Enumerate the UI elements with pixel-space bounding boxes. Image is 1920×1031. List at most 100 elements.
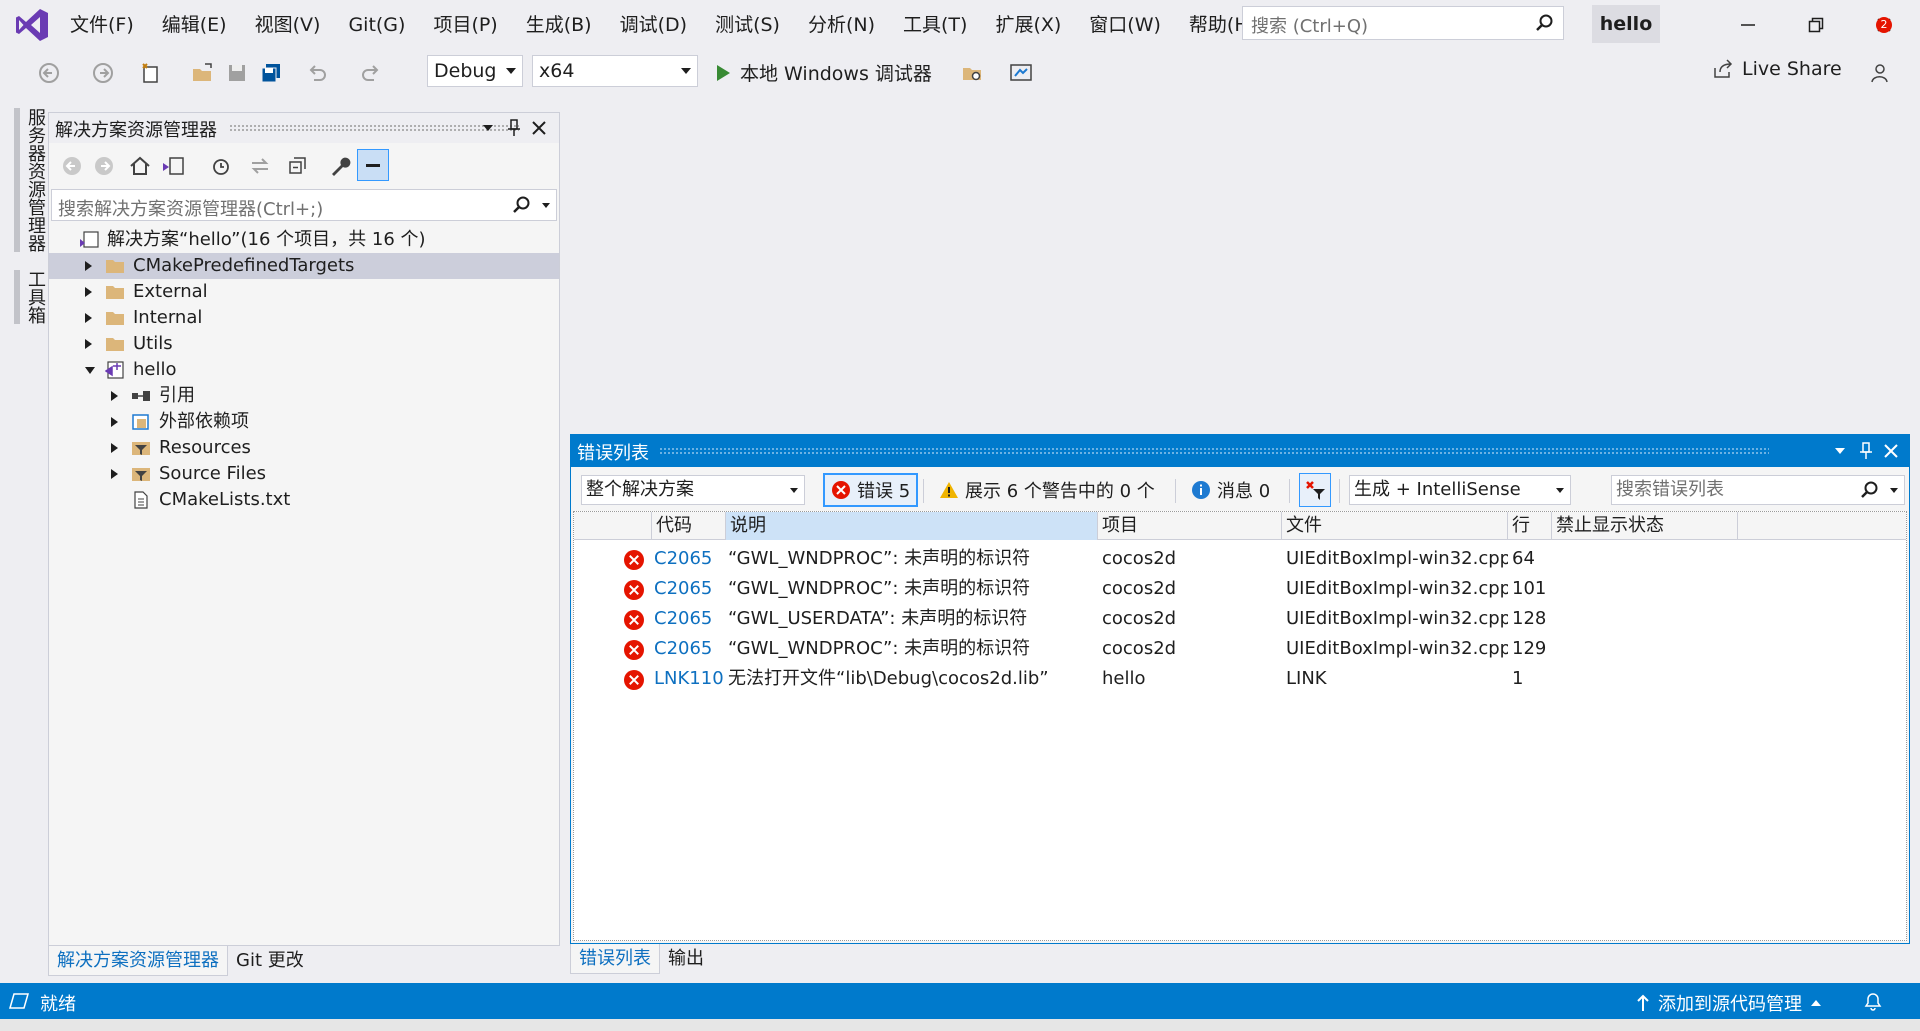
- column-header-suppression-state[interactable]: 禁止显示状态: [1552, 512, 1738, 540]
- pending-changes-filter-icon[interactable]: [211, 155, 233, 177]
- column-header-file[interactable]: 文件: [1282, 512, 1508, 540]
- menu-item-2[interactable]: 视图(V): [241, 0, 335, 50]
- error-cell-code[interactable]: C2065: [654, 634, 724, 664]
- warnings-filter-button[interactable]: 展示 6 个警告中的 0 个: [933, 473, 1161, 507]
- tree-item[interactable]: CMakePredefinedTargets: [49, 253, 559, 279]
- preview-selected-items-icon[interactable]: [357, 149, 389, 181]
- platform-dropdown[interactable]: x64: [532, 55, 698, 87]
- restore-button[interactable]: [1798, 8, 1834, 42]
- close-icon[interactable]: [1883, 443, 1899, 459]
- menu-item-10[interactable]: 扩展(X): [981, 0, 1075, 50]
- tree-item[interactable]: Source Files: [49, 461, 559, 487]
- chevron-down-icon[interactable]: [542, 203, 550, 208]
- pin-icon[interactable]: [507, 119, 521, 137]
- tree-item[interactable]: 引用: [49, 383, 559, 409]
- column-header-description[interactable]: 说明: [726, 512, 1098, 540]
- navigate-back-icon[interactable]: [36, 60, 62, 86]
- expander-open-icon[interactable]: [85, 367, 95, 374]
- sync-active-document-icon[interactable]: [249, 155, 271, 177]
- column-header-line[interactable]: 行: [1508, 512, 1552, 540]
- error-search-input[interactable]: 搜索错误列表: [1611, 475, 1905, 505]
- error-row[interactable]: LNK1104无法打开文件“lib\Debug\cocos2d.lib” hell…: [574, 664, 1906, 694]
- tree-item[interactable]: 解决方案“hello”(16 个项目，共 16 个): [49, 227, 559, 253]
- close-icon[interactable]: [531, 120, 547, 136]
- error-cell-code[interactable]: C2065: [654, 574, 724, 604]
- menu-item-1[interactable]: 编辑(E): [148, 0, 241, 50]
- tree-item[interactable]: Utils: [49, 331, 559, 357]
- expander-closed-icon[interactable]: [111, 391, 118, 401]
- solution-search-input[interactable]: 搜索解决方案资源管理器(Ctrl+;): [51, 189, 557, 221]
- switch-views-icon[interactable]: [161, 155, 185, 177]
- redo-icon[interactable]: [358, 60, 384, 86]
- properties-wrench-icon[interactable]: [329, 155, 351, 177]
- error-row[interactable]: C2065 “GWL_WNDPROC”: 未声明的标识符 cocos2d UIEdit…: [574, 634, 1906, 664]
- column-header-project[interactable]: 项目: [1098, 512, 1282, 540]
- undo-icon[interactable]: [304, 60, 330, 86]
- new-project-icon[interactable]: [138, 60, 164, 86]
- tree-item[interactable]: Resources: [49, 435, 559, 461]
- tree-item[interactable]: CMakeLists.txt: [49, 487, 559, 513]
- start-debugger-button[interactable]: 本地 Windows 调试器: [740, 59, 932, 86]
- tree-item[interactable]: hello: [49, 357, 559, 383]
- server-explorer-tab[interactable]: 服务器资源管理器: [14, 108, 48, 252]
- save-icon[interactable]: [224, 60, 250, 86]
- tree-item[interactable]: Internal: [49, 305, 559, 331]
- errors-filter-button[interactable]: 错误 5: [823, 473, 919, 507]
- error-row[interactable]: C2065 “GWL_WNDPROC”: 未声明的标识符 cocos2d UIEdit…: [574, 544, 1906, 574]
- menu-item-11[interactable]: 窗口(W): [1075, 0, 1175, 50]
- tab-output[interactable]: 输出: [660, 944, 712, 974]
- configuration-dropdown[interactable]: Debug: [427, 55, 523, 87]
- home-icon[interactable]: [129, 155, 151, 177]
- minimize-button[interactable]: [1730, 8, 1766, 42]
- messages-filter-button[interactable]: 消息 0: [1185, 473, 1276, 507]
- tab-git-changes[interactable]: Git 更改: [228, 946, 312, 976]
- forward-icon[interactable]: [93, 155, 115, 177]
- build-source-dropdown[interactable]: 生成 + IntelliSense: [1349, 475, 1571, 505]
- add-to-source-control-button[interactable]: 添加到源代码管理: [1636, 990, 1822, 1016]
- menu-item-8[interactable]: 分析(N): [794, 0, 889, 50]
- menu-item-4[interactable]: 项目(P): [419, 0, 511, 50]
- toolbox-tab[interactable]: 工具箱: [14, 270, 48, 324]
- scope-dropdown[interactable]: 整个解决方案: [581, 475, 805, 505]
- collapse-all-icon[interactable]: [287, 155, 309, 177]
- error-cell-code[interactable]: LNK1104: [654, 664, 724, 694]
- chevron-down-icon[interactable]: [1890, 488, 1898, 493]
- drag-grip[interactable]: [659, 447, 1769, 455]
- browser-link-icon[interactable]: [1008, 60, 1034, 86]
- save-all-icon[interactable]: [258, 60, 284, 86]
- error-row[interactable]: C2065 “GWL_WNDPROC”: 未声明的标识符 cocos2d UIEdit…: [574, 574, 1906, 604]
- expander-closed-icon[interactable]: [85, 339, 92, 349]
- tab-solution-explorer[interactable]: 解决方案资源管理器: [48, 946, 228, 976]
- expander-closed-icon[interactable]: [85, 287, 92, 297]
- column-header-code[interactable]: 代码: [652, 512, 726, 540]
- tab-error-list[interactable]: 错误列表: [570, 944, 660, 974]
- feedback-icon[interactable]: [1866, 60, 1892, 86]
- column-header-icons[interactable]: [574, 512, 652, 540]
- drag-grip[interactable]: [229, 124, 519, 132]
- menu-item-9[interactable]: 工具(T): [889, 0, 981, 50]
- error-row[interactable]: C2065 “GWL_USERDATA”: 未声明的标识符 cocos2d UIEdi…: [574, 604, 1906, 634]
- filter-current-project-button[interactable]: [1299, 473, 1331, 507]
- menu-item-3[interactable]: Git(G): [334, 0, 419, 50]
- navigate-forward-icon[interactable]: [90, 60, 116, 86]
- menu-item-0[interactable]: 文件(F): [56, 0, 148, 50]
- expander-closed-icon[interactable]: [85, 313, 92, 323]
- find-in-files-icon[interactable]: [960, 60, 986, 86]
- menu-item-5[interactable]: 生成(B): [512, 0, 606, 50]
- live-share-button[interactable]: Live Share: [1712, 58, 1842, 80]
- window-position-icon[interactable]: [1833, 444, 1847, 458]
- start-debugging-icon[interactable]: [710, 60, 736, 86]
- open-file-icon[interactable]: [190, 60, 216, 86]
- notifications-bell-icon[interactable]: [1862, 990, 1884, 1012]
- tree-item[interactable]: External: [49, 279, 559, 305]
- expander-closed-icon[interactable]: [111, 417, 118, 427]
- menu-item-7[interactable]: 测试(S): [701, 0, 794, 50]
- tree-item[interactable]: 外部依赖项: [49, 409, 559, 435]
- error-cell-code[interactable]: C2065: [654, 604, 724, 634]
- expander-closed-icon[interactable]: [111, 443, 118, 453]
- search-input[interactable]: 搜索 (Ctrl+Q): [1242, 6, 1564, 40]
- back-icon[interactable]: [61, 155, 83, 177]
- expander-closed-icon[interactable]: [111, 469, 118, 479]
- expander-closed-icon[interactable]: [85, 261, 92, 271]
- menu-item-6[interactable]: 调试(D): [606, 0, 701, 50]
